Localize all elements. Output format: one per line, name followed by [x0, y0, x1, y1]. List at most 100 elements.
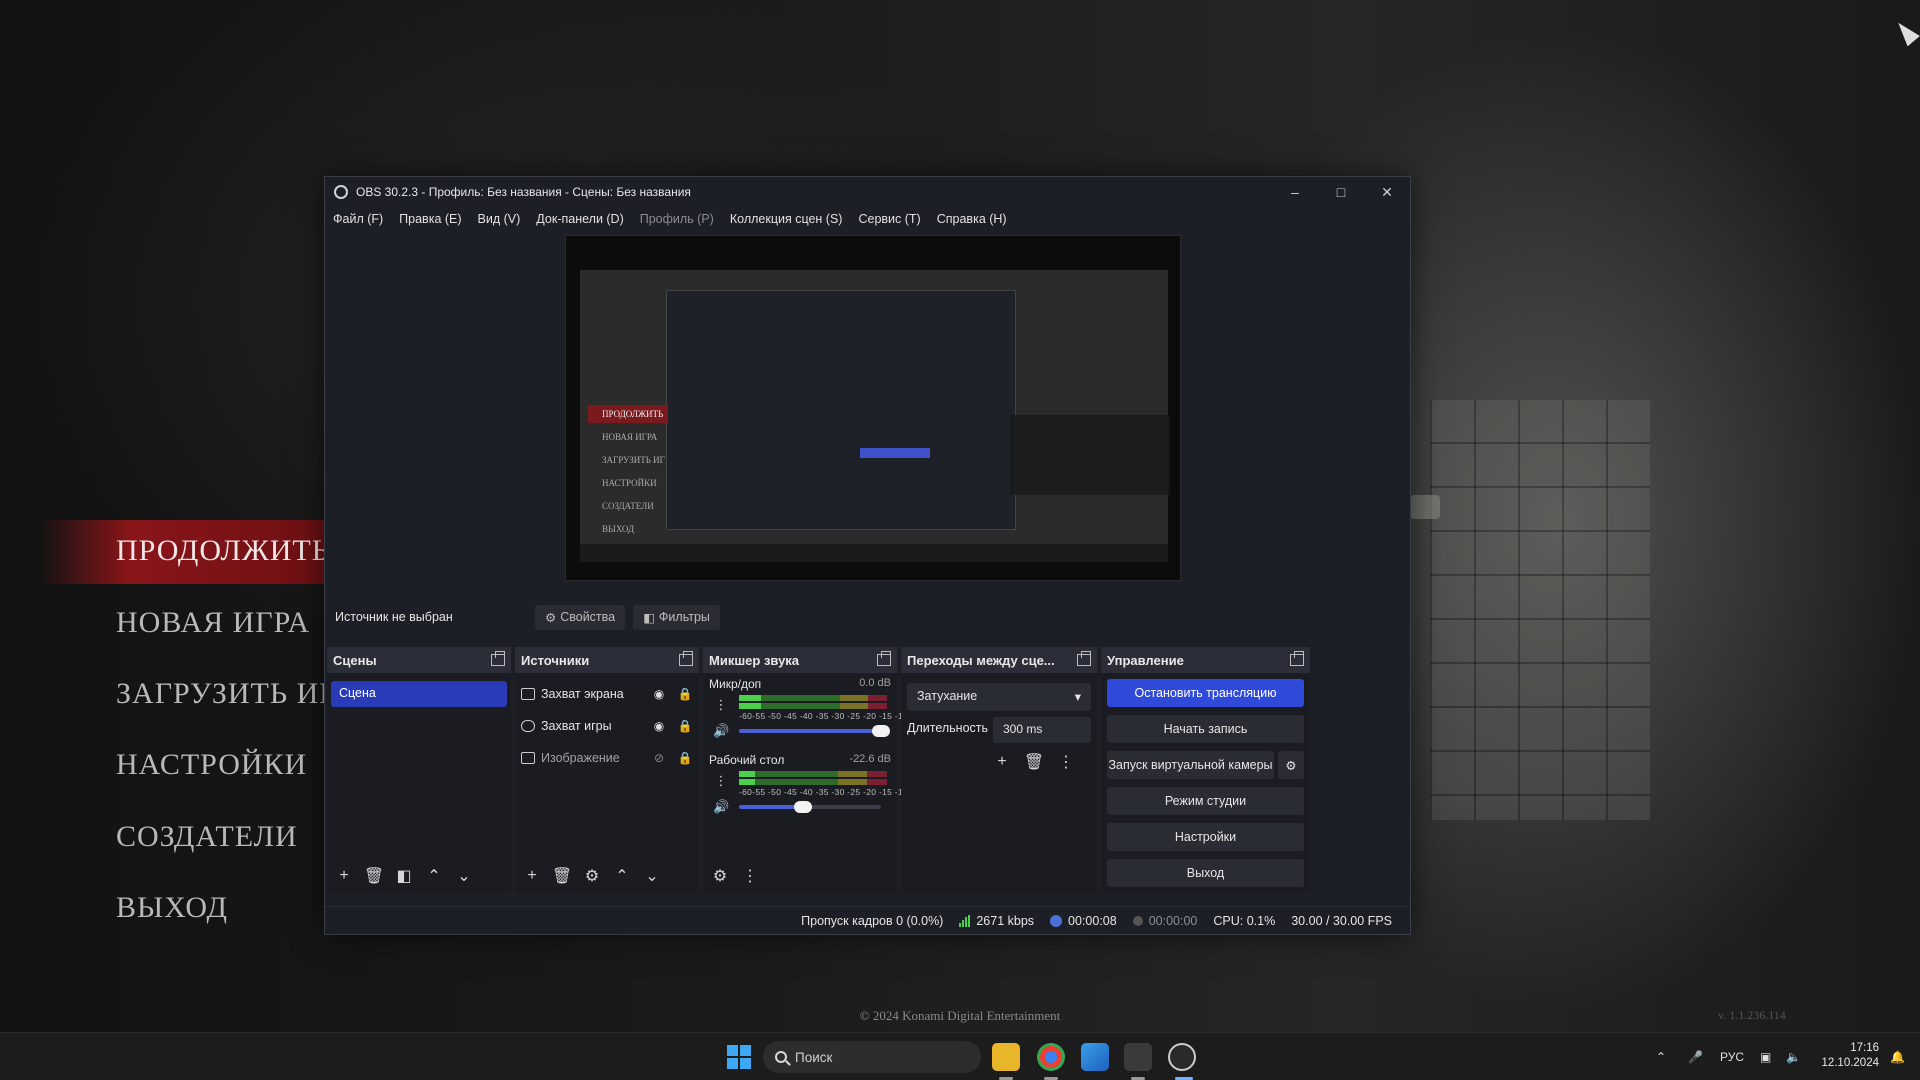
obs-logo-icon	[334, 185, 348, 199]
filters-label: Фильтры	[658, 610, 710, 624]
close-button[interactable]: ✕	[1364, 177, 1410, 207]
windows-start-icon[interactable]	[727, 1045, 751, 1069]
menu-scene-collection[interactable]: Коллекция сцен (S)	[730, 212, 843, 226]
lock-icon[interactable]: 🔒	[677, 719, 693, 733]
volume-icon[interactable]: 🔈	[1786, 1033, 1801, 1080]
filters-button[interactable]: ◧ Фильтры	[633, 604, 720, 630]
speaker-icon[interactable]: 🔊	[713, 723, 729, 739]
bitrate-status: 2671 kbps	[959, 914, 1034, 928]
move-down-icon[interactable]: ⌄	[641, 865, 663, 887]
preview-area: ПРОДОЛЖИТЬ НОВАЯ ИГРА ЗАГРУЗИТЬ ИГ НАСТР…	[329, 233, 1408, 599]
start-record-button[interactable]: Начать запись	[1107, 715, 1304, 743]
channel-menu-icon[interactable]: ⋮	[711, 773, 731, 789]
volume-knob[interactable]	[872, 725, 890, 737]
transitions-dock: Переходы между сце... Затухание ▾ Длител…	[901, 647, 1109, 893]
menu-help[interactable]: Справка (H)	[937, 212, 1007, 226]
undock-icon[interactable]	[679, 651, 693, 666]
menu-profile[interactable]: Профиль (P)	[640, 212, 714, 226]
language-indicator[interactable]: РУС	[1720, 1033, 1744, 1080]
move-up-icon[interactable]: ⌃	[611, 865, 633, 887]
game-menu-continue[interactable]: ПРОДОЛЖИТЬ	[116, 534, 330, 568]
chrome-icon[interactable]	[1037, 1043, 1065, 1071]
minimize-button[interactable]: –	[1272, 177, 1318, 207]
move-up-icon[interactable]: ⌃	[423, 865, 445, 887]
mixer-channel: Рабочий стол -22.6 dB ⋮ -60-55 -50 -45 -…	[709, 753, 926, 823]
remove-source-icon[interactable]: 🗑	[551, 865, 573, 887]
scene-filters-icon[interactable]: ◧	[393, 865, 415, 887]
snipping-tool-icon[interactable]	[1081, 1043, 1109, 1071]
duration-stepper[interactable]: 300 ms ⌃⌄	[993, 715, 1109, 743]
eye-icon[interactable]: ◉	[651, 687, 667, 701]
settings-button[interactable]: Настройки	[1107, 823, 1304, 851]
undock-icon[interactable]	[1290, 651, 1304, 666]
transition-menu-icon[interactable]: ⋮	[1055, 751, 1077, 773]
audio-settings-icon[interactable]: ⚙	[709, 865, 731, 887]
transition-select[interactable]: Затухание ▾	[907, 683, 1091, 711]
properties-button[interactable]: ⚙ Свойства	[535, 604, 626, 630]
undock-icon[interactable]	[1077, 651, 1091, 666]
clock-time: 17:16	[1850, 1042, 1879, 1054]
lock-icon[interactable]: 🔒	[677, 751, 693, 765]
move-down-icon[interactable]: ⌄	[453, 865, 475, 887]
transitions-title: Переходы между сце...	[907, 652, 1055, 668]
undock-icon[interactable]	[877, 651, 891, 666]
preview-text-new-game: НОВАЯ ИГРА	[602, 432, 658, 442]
source-row[interactable]: Захват игры ◉ 🔒	[521, 713, 693, 739]
add-transition-button[interactable]: +	[991, 751, 1013, 773]
taskbar-search[interactable]: Поиск	[763, 1041, 981, 1073]
virtual-camera-settings-button[interactable]: ⚙	[1278, 751, 1304, 779]
undock-icon[interactable]	[491, 651, 505, 666]
obs-titlebar[interactable]: OBS 30.2.3 - Профиль: Без названия - Сце…	[325, 177, 1410, 207]
microphone-icon[interactable]: 🎤	[1688, 1033, 1703, 1080]
source-row[interactable]: Изображение ⊘ 🔒	[521, 745, 693, 771]
channel-db: -22.6 dB	[849, 753, 891, 765]
volume-slider[interactable]	[739, 801, 881, 813]
add-scene-button[interactable]: +	[333, 865, 355, 887]
menu-edit[interactable]: Правка (E)	[399, 212, 461, 226]
game-app-icon[interactable]	[1124, 1043, 1152, 1071]
preview-canvas[interactable]: ПРОДОЛЖИТЬ НОВАЯ ИГРА ЗАГРУЗИТЬ ИГ НАСТР…	[565, 235, 1181, 581]
mixer-menu-icon[interactable]: ⋮	[739, 865, 761, 887]
lock-icon[interactable]: 🔒	[677, 687, 693, 701]
channel-menu-icon[interactable]: ⋮	[711, 697, 731, 713]
menu-file[interactable]: Файл (F)	[333, 212, 383, 226]
obs-taskbar-icon[interactable]	[1168, 1043, 1196, 1071]
signal-icon	[959, 914, 971, 927]
source-properties-icon[interactable]: ⚙	[581, 865, 603, 887]
game-menu-credits[interactable]: СОЗДАТЕЛИ	[116, 820, 298, 854]
menu-docks[interactable]: Док-панели (D)	[536, 212, 623, 226]
studio-mode-button[interactable]: Режим студии	[1107, 787, 1304, 815]
volume-knob[interactable]	[793, 801, 812, 813]
remove-transition-icon[interactable]: 🗑	[1023, 751, 1045, 773]
game-menu-new-game[interactable]: НОВАЯ ИГРА	[116, 606, 310, 640]
file-explorer-icon[interactable]	[992, 1043, 1020, 1071]
window-title: OBS 30.2.3 - Профиль: Без названия - Сце…	[356, 185, 691, 199]
add-source-button[interactable]: +	[521, 865, 543, 887]
game-menu-exit[interactable]: ВЫХОД	[116, 891, 228, 925]
volume-slider[interactable]	[739, 725, 890, 737]
game-menu-settings[interactable]: НАСТРОЙКИ	[116, 748, 307, 782]
status-bar: Пропуск кадров 0 (0.0%) 2671 kbps 00:00:…	[325, 906, 1410, 934]
controls-body: Остановить трансляцию Начать запись Запу…	[1101, 673, 1310, 893]
maximize-button[interactable]: □	[1318, 177, 1364, 207]
tray-overflow-icon[interactable]: ⌃	[1656, 1033, 1666, 1080]
scene-item[interactable]: Сцена	[331, 681, 507, 707]
eye-icon[interactable]: ◉	[651, 719, 667, 733]
source-row[interactable]: Захват экрана ◉ 🔒	[521, 681, 693, 707]
gamepad-icon	[521, 720, 535, 732]
exit-button[interactable]: Выход	[1107, 859, 1304, 887]
notification-bell-icon[interactable]: 🔔	[1890, 1033, 1905, 1080]
source-label: Захват игры	[541, 719, 612, 733]
clock[interactable]: 17:16 12.10.2024	[1815, 1041, 1879, 1071]
remove-scene-icon[interactable]: 🗑	[363, 865, 385, 887]
menu-tools[interactable]: Сервис (T)	[858, 212, 920, 226]
clock-date: 12.10.2024	[1821, 1057, 1879, 1069]
eye-hidden-icon[interactable]: ⊘	[651, 751, 667, 765]
virtual-camera-button[interactable]: Запуск виртуальной камеры	[1107, 751, 1274, 779]
channel-db: 0.0 dB	[859, 677, 891, 689]
mixer-title: Микшер звука	[709, 652, 800, 668]
speaker-icon[interactable]: 🔊	[713, 799, 729, 815]
network-icon[interactable]: ▣	[1760, 1033, 1771, 1080]
stop-stream-button[interactable]: Остановить трансляцию	[1107, 679, 1304, 707]
menu-view[interactable]: Вид (V)	[478, 212, 521, 226]
